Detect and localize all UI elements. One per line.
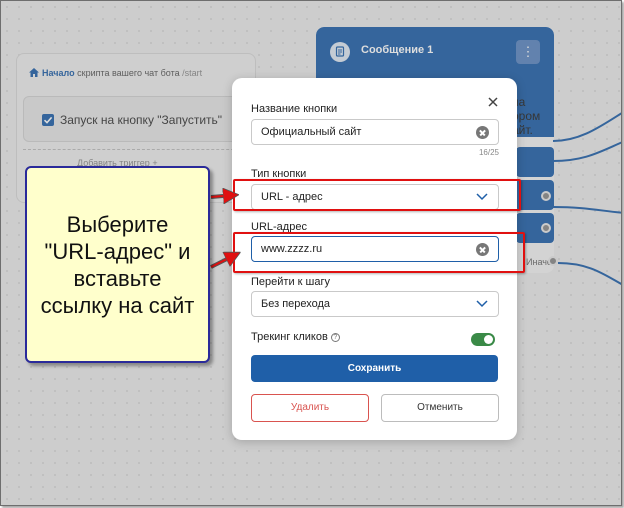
- instruction-note: Выберите "URL-адрес" и вставьте ссылку н…: [25, 166, 210, 363]
- canvas: Начало скрипта вашего чат бота /start За…: [0, 0, 622, 506]
- arrow-to-type: [210, 195, 235, 197]
- instruction-text: Выберите "URL-адрес" и вставьте ссылку н…: [40, 211, 195, 318]
- arrow-to-url: [210, 254, 237, 269]
